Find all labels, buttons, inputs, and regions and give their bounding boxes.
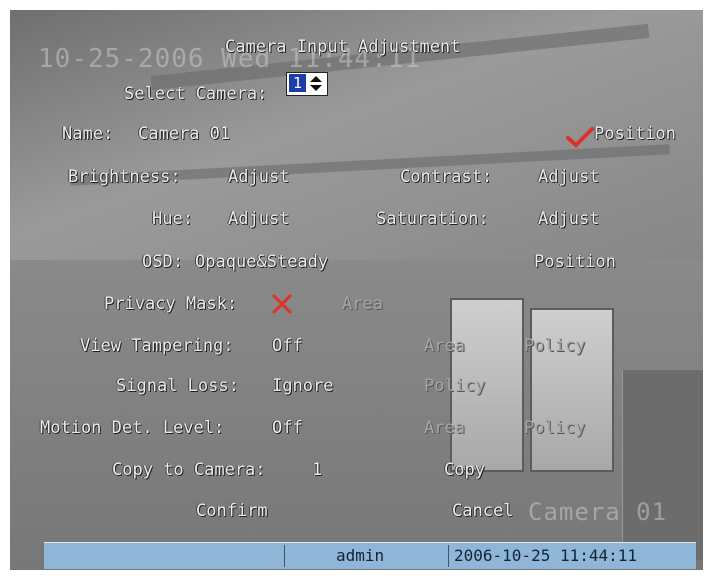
copy-to-camera-label: Copy to Camera: [112,460,266,480]
saturation-label: Saturation: [376,209,489,229]
camera-select-spinner[interactable]: 1 [286,72,328,96]
privacy-mask-area-button: Area [342,294,383,314]
contrast-label: Contrast: [400,167,493,187]
motion-det-area-button: Area [424,418,465,438]
copy-to-camera-select[interactable]: 1 [312,460,322,480]
signal-loss-policy-button: Policy [424,376,486,396]
name-label: Name: [62,124,114,144]
copy-button[interactable]: Copy [444,460,485,480]
status-datetime: 2006-10-25 11:44:11 [454,546,638,565]
status-bar: admin 2006-10-25 11:44:11 [44,542,696,569]
select-camera-label: Select Camera: [124,84,268,104]
name-position-button[interactable]: Position [594,124,676,144]
view-tampering-label: View Tampering: [80,336,234,356]
motion-det-label: Motion Det. Level: [40,418,225,438]
osd-mode-select[interactable]: Opaque&Steady [195,252,328,272]
view-tampering-area-button: Area [424,336,465,356]
view-tampering-select[interactable]: Off [272,336,303,356]
view-tampering-policy-button: Policy [524,336,586,356]
background-cabinet [622,370,703,560]
motion-det-policy-button: Policy [524,418,586,438]
brightness-label: Brightness: [68,167,181,187]
contrast-adjust-button[interactable]: Adjust [538,167,599,187]
osd-position-button[interactable]: Position [534,252,616,272]
checkmark-icon[interactable] [566,126,594,148]
spinner-arrows-icon[interactable] [309,75,323,92]
hue-label: Hue: [152,209,193,229]
hue-adjust-button[interactable]: Adjust [228,209,289,229]
window-right-pane [530,308,614,472]
confirm-button[interactable]: Confirm [196,501,268,521]
motion-det-select[interactable]: Off [272,418,303,438]
brightness-adjust-button[interactable]: Adjust [228,167,289,187]
signal-loss-label: Signal Loss: [116,376,239,396]
dialog-title: Camera Input Adjustment [225,37,461,57]
camera-video-feed: 10-25-2006 Wed 11:44:11 Camera 01 [10,10,703,570]
privacy-mask-label: Privacy Mask: [104,294,238,314]
saturation-adjust-button[interactable]: Adjust [538,209,599,229]
status-user: admin [336,546,385,565]
camera-name-watermark: Camera 01 [528,498,668,526]
camera-select-value: 1 [289,74,306,92]
name-value[interactable]: Camera 01 [138,124,230,144]
osd-label: OSD: [142,252,183,272]
cross-icon[interactable] [270,292,294,316]
status-divider [448,545,449,567]
cancel-button[interactable]: Cancel [452,501,513,521]
signal-loss-select[interactable]: Ignore [272,376,333,396]
status-divider [284,545,285,567]
